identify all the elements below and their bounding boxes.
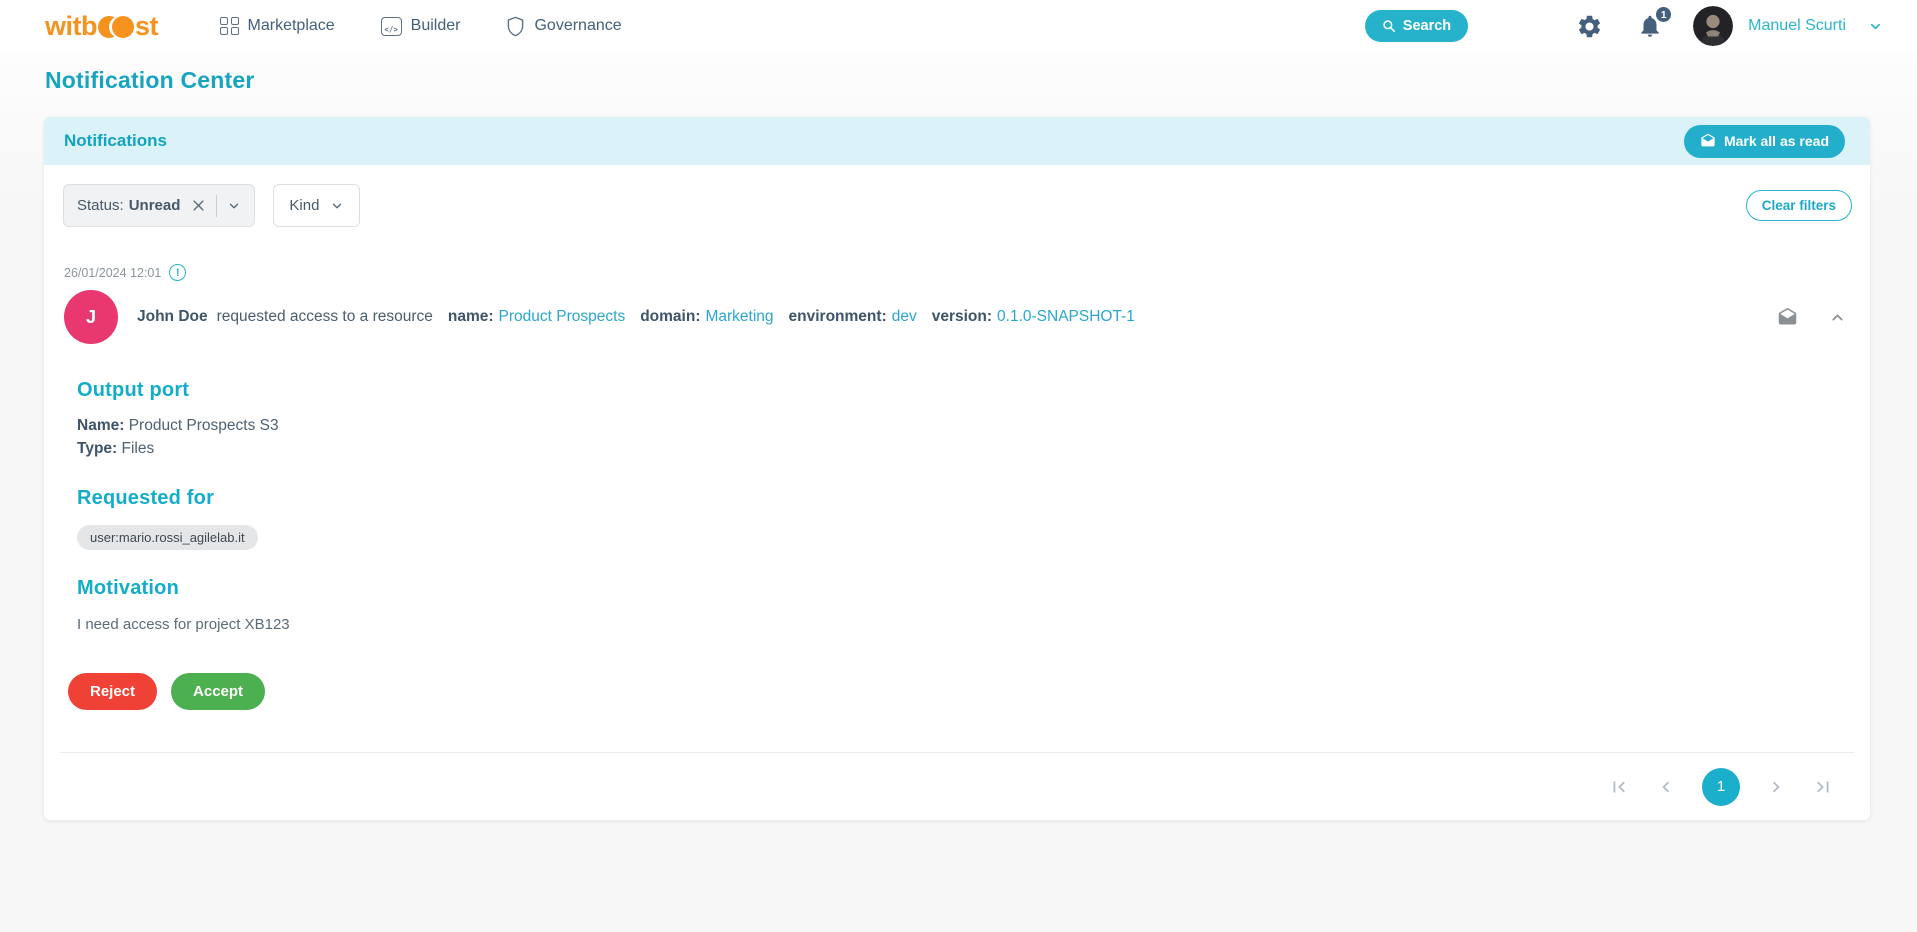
requester-name: John Doe	[137, 308, 208, 326]
settings-button[interactable]	[1576, 13, 1603, 40]
nav-label: Builder	[411, 17, 461, 35]
nav-label: Marketplace	[248, 17, 335, 35]
requested-for-user-chip: user:mario.rossi_agilelab.it	[77, 525, 258, 550]
name-label: Name:	[77, 417, 124, 434]
mark-all-label: Mark all as read	[1724, 133, 1829, 149]
nav-item-governance[interactable]: Governance	[506, 16, 621, 37]
code-icon: </>	[381, 17, 402, 36]
notifications-button[interactable]: 1	[1637, 13, 1663, 39]
logo-text-right: st	[135, 11, 158, 42]
kind-filter-chevron-down-icon[interactable]	[330, 199, 344, 213]
field-label: environment:	[789, 308, 887, 326]
motivation-heading: Motivation	[77, 577, 1846, 600]
previous-page-icon[interactable]	[1655, 776, 1677, 798]
next-page-icon[interactable]	[1765, 776, 1787, 798]
user-menu-chevron-down-icon[interactable]	[1868, 19, 1883, 34]
status-filter-value: Unread	[129, 197, 181, 214]
avatar-photo-image	[1693, 6, 1733, 46]
grid-icon	[220, 17, 239, 36]
notifications-panel: Notifications Mark all as read Status: U…	[44, 117, 1870, 820]
notification-count-badge: 1	[1654, 5, 1673, 24]
name-value: Product Prospects S3	[129, 417, 279, 434]
reject-button[interactable]: Reject	[68, 673, 157, 710]
pagination-block: 1	[44, 752, 1870, 820]
notification-action-buttons: Reject Accept	[68, 673, 1870, 710]
notification-timestamp: 26/01/2024 12:01	[64, 266, 161, 280]
clear-filters-button[interactable]: Clear filters	[1746, 190, 1852, 221]
notification-summary-text: John Doe requested access to a resource …	[137, 308, 1135, 326]
field-value: 0.1.0-SNAPSHOT-1	[997, 308, 1135, 326]
mark-all-as-read-button[interactable]: Mark all as read	[1684, 125, 1845, 158]
pagination: 1	[44, 753, 1870, 820]
field-value: dev	[892, 308, 917, 326]
notification-timestamp-row: 26/01/2024 12:01 !	[64, 264, 1870, 281]
nav-item-marketplace[interactable]: Marketplace	[220, 17, 335, 36]
page-title: Notification Center	[0, 52, 1917, 94]
search-button[interactable]: Search	[1365, 10, 1468, 42]
field-label: domain:	[640, 308, 700, 326]
witboost-logo[interactable]: witb st	[45, 11, 158, 42]
shield-icon	[506, 16, 525, 37]
status-filter-clear-x-icon[interactable]	[191, 198, 206, 213]
user-name[interactable]: Manuel Scurti	[1748, 17, 1846, 35]
filter-divider	[216, 195, 217, 217]
status-filter-chevron-down-icon[interactable]	[227, 199, 241, 213]
page-content: Notification Center Notifications Mark a…	[0, 52, 1917, 932]
accept-button[interactable]: Accept	[171, 673, 265, 710]
status-filter[interactable]: Status: Unread	[63, 184, 255, 227]
kind-filter[interactable]: Kind	[273, 184, 360, 227]
notification-summary-row[interactable]: J John Doe requested access to a resourc…	[44, 290, 1870, 344]
current-page-button[interactable]: 1	[1702, 768, 1740, 806]
notification-details: Output port Name: Product Prospects S3 T…	[44, 344, 1870, 633]
output-port-type-line: Type: Files	[77, 440, 1846, 458]
gear-icon	[1576, 13, 1603, 40]
requested-for-heading: Requested for	[77, 487, 1846, 510]
status-filter-label: Status:	[77, 197, 124, 214]
requester-avatar: J	[64, 290, 118, 344]
topbar-right-group: Search 1 Manuel Scurti	[1365, 6, 1883, 46]
logo-text-left: witb	[45, 11, 97, 42]
notification-action: requested access to a resource	[217, 308, 433, 326]
open-envelope-icon	[1700, 133, 1716, 149]
search-label: Search	[1403, 18, 1451, 34]
type-label: Type:	[77, 440, 117, 457]
field-value: Product Prospects	[499, 308, 626, 326]
kind-filter-label: Kind	[289, 197, 319, 214]
field-value: Marketing	[705, 308, 773, 326]
last-page-icon[interactable]	[1812, 776, 1834, 798]
top-navigation-bar: witb st Marketplace </> Builder Governan…	[0, 0, 1917, 52]
panel-header: Notifications Mark all as read	[44, 117, 1870, 165]
nav-item-builder[interactable]: </> Builder	[381, 17, 461, 36]
info-icon: !	[169, 264, 186, 281]
field-label: name:	[448, 308, 494, 326]
main-nav: Marketplace </> Builder Governance	[220, 16, 622, 37]
search-icon	[1382, 19, 1396, 33]
nav-label: Governance	[534, 17, 621, 35]
notification-row-actions	[1777, 307, 1846, 328]
type-value: Files	[122, 440, 155, 457]
logo-double-o-icon	[98, 16, 134, 38]
filters-row: Status: Unread Kind Clear filters	[44, 165, 1870, 227]
collapse-chevron-up-icon[interactable]	[1829, 309, 1846, 326]
first-page-icon[interactable]	[1608, 776, 1630, 798]
panel-title: Notifications	[64, 131, 167, 151]
motivation-text: I need access for project XB123	[77, 616, 1846, 633]
field-label: version:	[932, 308, 992, 326]
mark-read-envelope-icon[interactable]	[1777, 307, 1798, 328]
output-port-name-line: Name: Product Prospects S3	[77, 417, 1846, 435]
user-avatar[interactable]	[1693, 6, 1733, 46]
output-port-heading: Output port	[77, 379, 1846, 402]
